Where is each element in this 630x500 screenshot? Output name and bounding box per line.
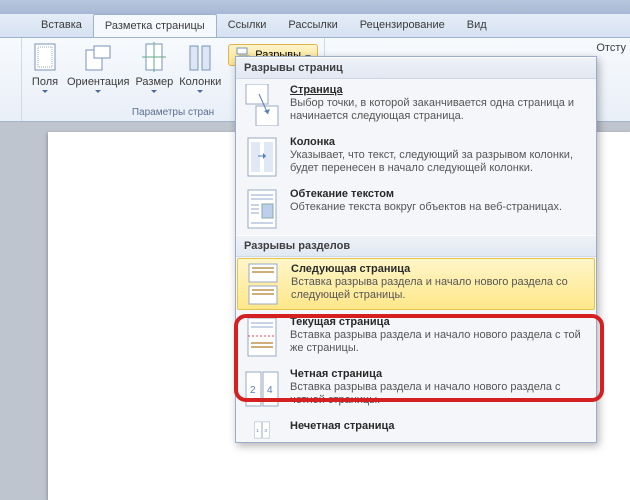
chevron-down-icon [95, 90, 101, 93]
break-text-wrapping[interactable]: Обтекание текстомОбтекание текста вокруг… [236, 183, 596, 235]
page-break-icon [244, 84, 280, 126]
item-desc: Указывает, что текст, следующий за разры… [290, 149, 588, 175]
size-icon [138, 42, 170, 74]
chevron-down-icon [151, 90, 157, 93]
item-desc: Вставка разрыва раздела и начало нового … [291, 276, 587, 302]
svg-text:1: 1 [256, 428, 259, 434]
item-title: Четная страница [290, 368, 588, 380]
dropdown-header-page-breaks: Разрывы страниц [236, 57, 596, 79]
tab-mailings[interactable]: Рассылки [277, 14, 348, 37]
tab-page-layout[interactable]: Разметка страницы [93, 14, 217, 37]
break-odd-page[interactable]: 13 Нечетная страница [236, 415, 596, 442]
item-title: Нечетная страница [290, 420, 588, 432]
item-title: Обтекание текстом [290, 188, 588, 200]
column-break-icon [244, 136, 280, 178]
tab-insert[interactable]: Вставка [30, 14, 93, 37]
text-wrap-icon [244, 188, 280, 230]
item-title: Колонка [290, 136, 588, 148]
size-label: Размер [135, 76, 173, 88]
indent-label: Отсту [596, 42, 626, 54]
tab-references[interactable]: Ссылки [217, 14, 278, 37]
item-title: Страница [290, 84, 588, 96]
chevron-down-icon [197, 90, 203, 93]
break-next-page[interactable]: Следующая страницаВставка разрыва раздел… [237, 258, 595, 310]
orientation-icon [82, 42, 114, 74]
chevron-down-icon [42, 90, 48, 93]
svg-text:4: 4 [267, 385, 273, 396]
group-page-setup-label: Параметры стран [132, 106, 214, 119]
columns-icon [184, 42, 216, 74]
group-themes [0, 38, 22, 121]
item-title: Следующая страница [291, 263, 587, 275]
margins-icon [29, 42, 61, 74]
next-page-icon [245, 263, 281, 305]
breaks-dropdown: Разрывы страниц СтраницаВыбор точки, в к… [235, 56, 597, 443]
orientation-label: Ориентация [67, 76, 129, 88]
margins-button[interactable]: Поля [26, 40, 64, 95]
item-desc: Выбор точки, в которой заканчивается одн… [290, 97, 588, 123]
tab-view[interactable]: Вид [456, 14, 498, 37]
columns-button[interactable]: Колонки [176, 40, 224, 95]
orientation-button[interactable]: Ориентация [64, 40, 132, 95]
item-desc: Вставка разрыва раздела и начало нового … [290, 329, 588, 355]
break-page[interactable]: СтраницаВыбор точки, в которой заканчива… [236, 79, 596, 131]
even-page-icon: 24 [244, 368, 280, 410]
continuous-icon [244, 316, 280, 358]
break-continuous[interactable]: Текущая страницаВставка разрыва раздела … [236, 311, 596, 363]
titlebar [0, 0, 630, 14]
odd-page-icon: 13 [244, 420, 280, 440]
dropdown-header-section-breaks: Разрывы разделов [236, 235, 596, 257]
break-even-page[interactable]: 24 Четная страницаВставка разрыва раздел… [236, 363, 596, 415]
size-button[interactable]: Размер [132, 40, 176, 95]
svg-text:2: 2 [250, 385, 256, 396]
columns-label: Колонки [179, 76, 221, 88]
item-desc: Вставка разрыва раздела и начало нового … [290, 381, 588, 407]
break-column[interactable]: КолонкаУказывает, что текст, следующий з… [236, 131, 596, 183]
svg-text:3: 3 [264, 428, 267, 434]
ribbon-tabs: Вставка Разметка страницы Ссылки Рассылк… [0, 14, 630, 38]
item-title: Текущая страница [290, 316, 588, 328]
margins-label: Поля [32, 76, 58, 88]
tab-review[interactable]: Рецензирование [349, 14, 456, 37]
item-desc: Обтекание текста вокруг объектов на веб-… [290, 201, 588, 214]
